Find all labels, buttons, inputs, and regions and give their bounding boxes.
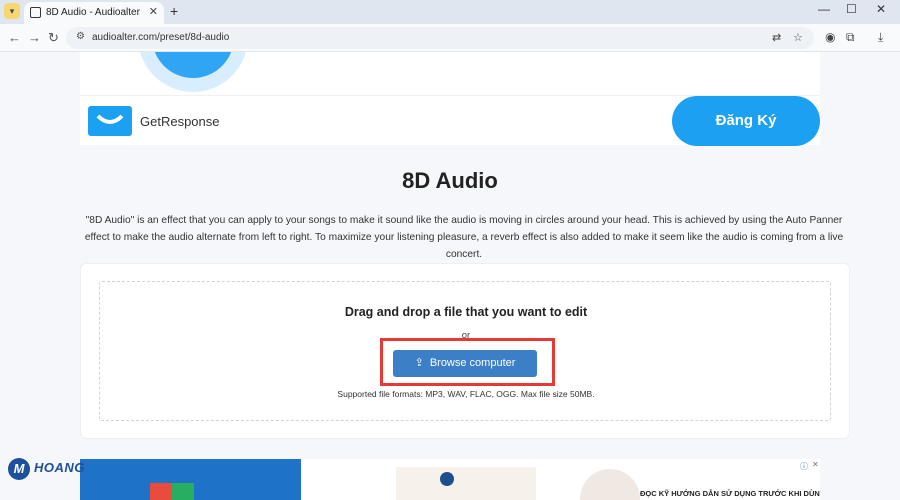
watermark-m-icon: M bbox=[8, 458, 30, 480]
ad-info-icon[interactable]: ⓘ bbox=[800, 461, 808, 472]
tab-title: 8D Audio - Audioalter bbox=[46, 7, 140, 18]
watermark-logo: M HOANG bbox=[8, 458, 118, 482]
reload-icon[interactable]: ↻ bbox=[48, 30, 59, 46]
maximize-icon[interactable]: ☐ bbox=[846, 2, 857, 16]
page-description: "8D Audio" is an effect that you can app… bbox=[84, 215, 844, 260]
file-dropzone[interactable]: Drag and drop a file that you want to ed… bbox=[99, 281, 831, 421]
translate-icon[interactable]: ⇄ bbox=[772, 31, 781, 44]
bottom-advertisement[interactable]: ĐỌC KỸ HƯỚNG DẪN SỬ DỤNG TRƯỚC KHI DÙNG … bbox=[80, 459, 820, 500]
supported-formats: Supported file formats: MP3, WAV, FLAC, … bbox=[337, 389, 595, 399]
page-title: 8D Audio bbox=[402, 168, 498, 193]
plus-icon[interactable]: + bbox=[170, 3, 178, 19]
profile-icon[interactable]: ◉ bbox=[825, 30, 835, 44]
upload-card: Drag and drop a file that you want to ed… bbox=[80, 263, 850, 439]
ad-close-icon[interactable]: ✕ bbox=[812, 460, 819, 469]
ad-image-mid bbox=[396, 467, 536, 500]
browse-label: Browse computer bbox=[429, 357, 516, 369]
browser-toolbar: ← → ↻ ⚙ audioalter.com/preset/8d-audio ⇄… bbox=[0, 24, 900, 52]
forward-icon[interactable]: → bbox=[28, 30, 41, 45]
address-bar[interactable]: ⚙ audioalter.com/preset/8d-audio ⇄ ☆ bbox=[66, 27, 814, 49]
url-text[interactable]: audioalter.com/preset/8d-audio bbox=[92, 32, 229, 43]
ad-signup-button[interactable]: Đăng Ký bbox=[672, 96, 820, 146]
ad-banner: GetResponse Đăng Ký bbox=[80, 95, 820, 146]
extensions-icon[interactable]: ⧉ bbox=[846, 30, 855, 45]
window-close-icon[interactable]: ✕ bbox=[876, 2, 886, 16]
star-icon[interactable]: ☆ bbox=[793, 31, 803, 44]
ad-graphic bbox=[80, 52, 312, 95]
dropzone-heading: Drag and drop a file that you want to ed… bbox=[344, 305, 588, 319]
ad-lab-logo-icon bbox=[440, 472, 454, 486]
favicon-icon bbox=[30, 7, 41, 18]
ad-person-image bbox=[580, 469, 640, 500]
ad-logo-green bbox=[172, 483, 194, 500]
tab-menu-icon[interactable]: ▾ bbox=[4, 3, 20, 19]
top-advertisement[interactable]: GetResponse Đăng Ký bbox=[80, 52, 820, 146]
ad-headline: ĐỌC KỸ HƯỚNG DẪN SỬ DỤNG TRƯỚC KHI DÙNG bbox=[640, 489, 820, 498]
ad-brand: GetResponse bbox=[140, 114, 220, 129]
browse-computer-button[interactable]: ⇪ Browse computer bbox=[393, 350, 537, 377]
minimize-icon[interactable]: — bbox=[818, 2, 830, 16]
download-icon[interactable]: ⤓ bbox=[878, 30, 883, 45]
back-icon[interactable]: ← bbox=[8, 30, 21, 45]
upload-icon: ⇪ bbox=[414, 357, 424, 369]
close-icon[interactable]: ✕ bbox=[149, 5, 158, 18]
tab-bar: ▾ 8D Audio - Audioalter ✕ + — ☐ ✕ bbox=[0, 0, 900, 24]
ad-logo-red bbox=[150, 483, 172, 500]
watermark-text: HOANG bbox=[34, 460, 85, 475]
site-info-icon[interactable]: ⚙ bbox=[76, 31, 85, 42]
getresponse-logo-icon bbox=[88, 106, 132, 136]
browser-tab[interactable]: 8D Audio - Audioalter ✕ bbox=[24, 2, 164, 24]
